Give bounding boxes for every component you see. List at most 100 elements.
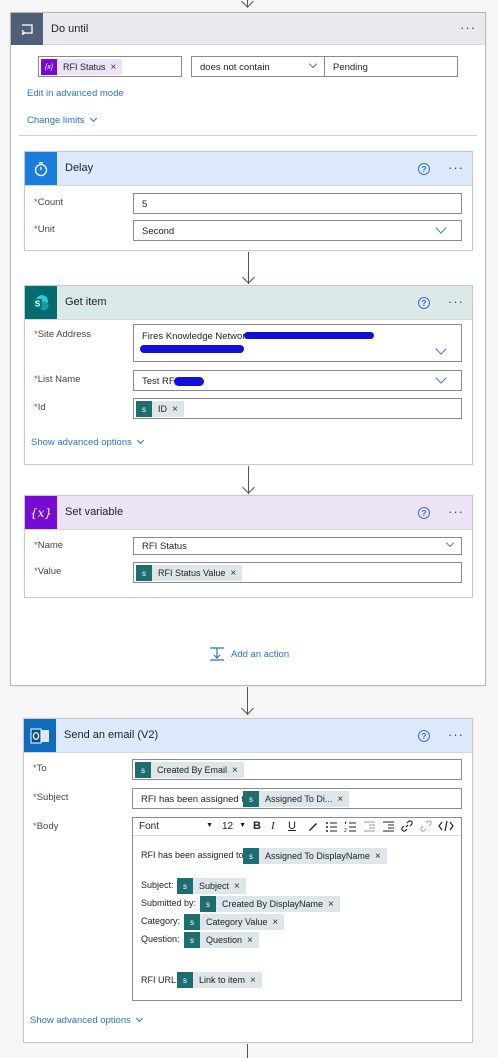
variable-name-select[interactable]: RFI Status bbox=[133, 537, 462, 555]
pen-icon[interactable] bbox=[307, 820, 319, 835]
condition-value-field[interactable]: Pending bbox=[324, 56, 458, 77]
close-icon[interactable]: × bbox=[250, 975, 256, 986]
condition-left-field[interactable]: {x} RFI Status × bbox=[38, 56, 182, 77]
indent-icon[interactable] bbox=[382, 820, 395, 835]
delay-header[interactable]: Delay ? ··· bbox=[25, 152, 472, 186]
body-submitted-token[interactable]: s Created By DisplayName × bbox=[200, 896, 340, 912]
condition-token-label: RFI Status bbox=[63, 62, 106, 72]
close-icon[interactable]: × bbox=[230, 568, 236, 579]
sharepoint-icon: s bbox=[177, 878, 193, 894]
connector-arrow-icon bbox=[242, 271, 255, 284]
close-icon[interactable]: × bbox=[328, 899, 334, 910]
id-token[interactable]: s ID × bbox=[136, 401, 184, 417]
unit-select[interactable]: Second bbox=[133, 220, 462, 241]
font-select[interactable]: Font ▼ bbox=[139, 821, 213, 832]
close-icon[interactable]: × bbox=[337, 794, 343, 805]
condition-token[interactable]: {x} RFI Status × bbox=[41, 59, 123, 75]
chevron-down-icon bbox=[445, 538, 455, 548]
value-token[interactable]: s RFI Status Value × bbox=[136, 565, 243, 581]
help-icon[interactable]: ? bbox=[418, 163, 430, 175]
id-field[interactable]: s ID × bbox=[133, 398, 462, 419]
outlook-icon bbox=[24, 719, 56, 752]
link-icon[interactable] bbox=[401, 820, 413, 835]
id-label: *Id bbox=[34, 402, 46, 413]
edit-advanced-link[interactable]: Edit in advanced mode bbox=[27, 88, 124, 99]
site-address-value: Fires Knowledge Network bbox=[142, 331, 251, 342]
add-action-button[interactable]: Add an action bbox=[209, 647, 289, 661]
body-editor[interactable]: Font ▼ 12 ▼ B I U 2 RFI has been assigned … bbox=[132, 817, 462, 1001]
body-subject-token[interactable]: s Subject × bbox=[177, 878, 246, 894]
to-label: *To bbox=[33, 763, 47, 774]
list-name-select[interactable]: Test RFI bbox=[133, 370, 462, 391]
unlink-icon[interactable] bbox=[420, 820, 432, 835]
close-icon[interactable]: × bbox=[232, 765, 238, 776]
get-item-header[interactable]: S Get item ? ··· bbox=[25, 286, 472, 320]
set-variable-card: {x} Set variable ? ··· *Name RFI Status … bbox=[24, 495, 473, 598]
more-options-icon[interactable]: ··· bbox=[448, 295, 464, 308]
count-field[interactable]: 5 bbox=[133, 193, 462, 214]
close-icon[interactable]: × bbox=[172, 404, 178, 415]
variable-value-field[interactable]: s RFI Status Value × bbox=[133, 562, 462, 583]
list-name-value: Test RFI bbox=[142, 376, 178, 387]
svg-text:s: s bbox=[249, 795, 253, 804]
underline-icon[interactable]: U bbox=[288, 820, 296, 832]
site-address-label: *Site Address bbox=[34, 329, 92, 340]
unit-value: Second bbox=[142, 226, 175, 237]
close-icon[interactable]: × bbox=[272, 917, 278, 928]
show-advanced-label: Show advanced options bbox=[31, 437, 132, 448]
operator-select[interactable]: does not contain bbox=[191, 56, 325, 77]
subject-field[interactable]: RFI has been assigned to s Assigned To D… bbox=[132, 788, 462, 809]
close-icon[interactable]: × bbox=[375, 851, 381, 862]
sharepoint-icon: s bbox=[136, 565, 152, 581]
to-token-label: Created By Email bbox=[157, 765, 228, 775]
get-item-card: S Get item ? ··· *Site Address Fires Kno… bbox=[24, 285, 473, 465]
redaction-mark bbox=[140, 345, 244, 353]
list-name-label: *List Name bbox=[34, 374, 81, 385]
close-icon[interactable]: × bbox=[111, 62, 117, 73]
count-value: 5 bbox=[142, 199, 148, 210]
help-icon[interactable]: ? bbox=[418, 730, 430, 742]
change-limits-label: Change limits bbox=[27, 115, 85, 126]
chevron-down-icon bbox=[89, 114, 97, 123]
send-email-title: Send an email (V2) bbox=[64, 729, 159, 741]
to-field[interactable]: s Created By Email × bbox=[132, 759, 462, 780]
body-question-token[interactable]: s Question × bbox=[184, 932, 259, 948]
body-category-token[interactable]: s Category Value × bbox=[184, 914, 285, 930]
loop-icon bbox=[11, 13, 43, 45]
change-limits-link[interactable]: Change limits bbox=[27, 114, 97, 126]
numbered-list-icon[interactable]: 2 bbox=[344, 820, 357, 835]
body-url-text: RFI URL: bbox=[141, 975, 179, 985]
svg-text:S: S bbox=[35, 299, 41, 308]
send-email-card: Send an email (V2) ? ··· *To s Created B… bbox=[23, 718, 473, 1043]
do-until-header[interactable]: Do until ··· bbox=[11, 13, 485, 45]
bold-icon[interactable]: B bbox=[253, 820, 261, 832]
show-advanced-link[interactable]: Show advanced options bbox=[30, 1014, 143, 1026]
body-url-token[interactable]: s Link to item × bbox=[177, 972, 262, 988]
more-options-icon[interactable]: ··· bbox=[448, 728, 464, 741]
italic-icon[interactable]: I bbox=[271, 820, 275, 832]
chevron-down-icon bbox=[435, 222, 447, 234]
variable-icon: {x} bbox=[25, 496, 57, 529]
send-email-header[interactable]: Send an email (V2) ? ··· bbox=[24, 719, 472, 753]
svg-text:s: s bbox=[190, 918, 194, 927]
delay-title: Delay bbox=[65, 162, 94, 174]
set-variable-header[interactable]: {x} Set variable ? ··· bbox=[25, 496, 472, 530]
code-view-icon[interactable] bbox=[438, 820, 454, 835]
to-token[interactable]: s Created By Email × bbox=[135, 762, 244, 778]
more-options-icon[interactable]: ··· bbox=[448, 161, 464, 174]
show-advanced-link[interactable]: Show advanced options bbox=[31, 436, 144, 448]
more-options-icon[interactable]: ··· bbox=[448, 505, 464, 518]
do-until-more-icon[interactable]: ··· bbox=[460, 21, 476, 34]
help-icon[interactable]: ? bbox=[418, 507, 430, 519]
help-icon[interactable]: ? bbox=[418, 297, 430, 309]
bullet-list-icon[interactable] bbox=[325, 820, 338, 835]
site-address-field[interactable]: Fires Knowledge Network bbox=[133, 324, 462, 362]
redaction-mark bbox=[244, 332, 374, 339]
body-assigned-token[interactable]: s Assigned To DisplayName × bbox=[243, 848, 387, 864]
subject-token[interactable]: s Assigned To Di... × bbox=[243, 791, 350, 807]
close-icon[interactable]: × bbox=[234, 881, 240, 892]
font-size-select[interactable]: 12 ▼ bbox=[222, 821, 246, 832]
close-icon[interactable]: × bbox=[247, 935, 253, 946]
variable-value-label: *Value bbox=[34, 566, 62, 577]
outdent-icon[interactable] bbox=[363, 820, 376, 835]
